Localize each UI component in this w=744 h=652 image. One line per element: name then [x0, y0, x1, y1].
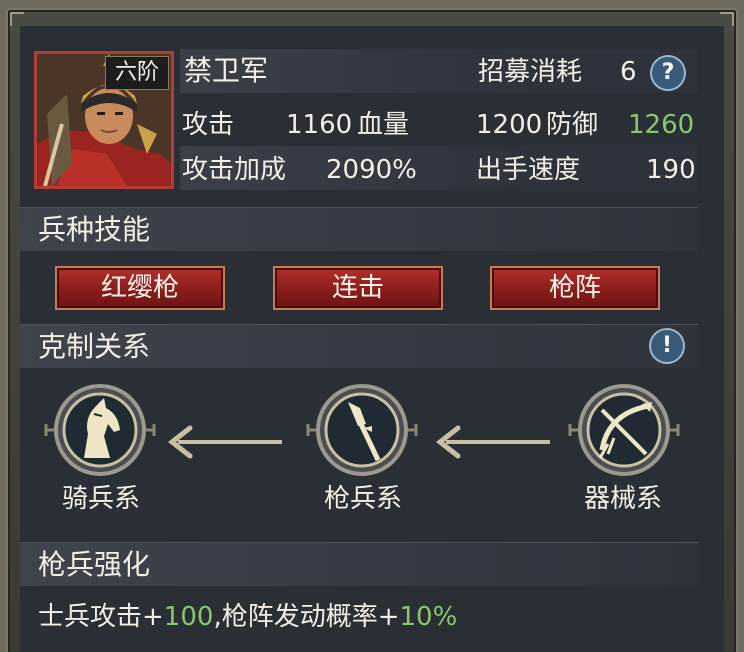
- counter-section-header: 克制关系: [20, 324, 698, 368]
- attack-value: 1160: [286, 110, 353, 140]
- rank-badge: 六阶: [105, 56, 169, 90]
- recruit-cost-value: 6: [620, 57, 637, 87]
- speed-value: 190: [646, 155, 696, 185]
- spear-icon[interactable]: [306, 374, 418, 486]
- enhance-section-header: 枪兵强化: [20, 542, 698, 586]
- skill-button-1[interactable]: 红缨枪: [55, 266, 225, 310]
- enhance-title: 枪兵强化: [38, 548, 151, 581]
- hp-label: 血量: [357, 110, 410, 140]
- speed-label: 出手速度: [476, 155, 581, 185]
- left-arrow-icon: [167, 425, 282, 459]
- enhance-chance-value: 10%: [399, 602, 458, 632]
- left-arrow-icon: [435, 425, 550, 459]
- skill-button-3[interactable]: 枪阵: [490, 266, 660, 310]
- unit-name: 禁卫军: [184, 54, 269, 87]
- crossbow-icon[interactable]: [568, 374, 680, 486]
- frame-corner-ornament: [720, 12, 734, 26]
- skills-section-header: 兵种技能: [20, 207, 698, 251]
- skill-button-2[interactable]: 连击: [273, 266, 443, 310]
- unit-label-siege: 器械系: [583, 484, 662, 514]
- counter-title: 克制关系: [38, 330, 151, 363]
- help-icon[interactable]: ?: [650, 55, 686, 91]
- attack-bonus-value: 2090%: [326, 155, 417, 185]
- unit-label-cavalry: 骑兵系: [61, 484, 140, 514]
- hp-value: 1200: [476, 110, 543, 140]
- attack-bonus-label: 攻击加成: [182, 155, 287, 185]
- unit-label-spearman: 枪兵系: [323, 484, 402, 514]
- horse-head-icon[interactable]: [44, 374, 156, 486]
- enhance-attack-value: 100: [163, 602, 214, 632]
- info-icon[interactable]: !: [649, 328, 685, 364]
- attack-label: 攻击: [182, 110, 235, 140]
- enhance-description: 士兵攻击+100,枪阵发动概率+10%: [38, 602, 457, 632]
- enhance-prefix: 士兵攻击+: [38, 602, 164, 632]
- enhance-middle: ,枪阵发动概率+: [213, 602, 400, 632]
- unit-portrait[interactable]: 六阶: [34, 51, 174, 189]
- recruit-cost-label: 招募消耗: [478, 57, 583, 87]
- defense-value: 1260: [628, 110, 695, 140]
- skills-title: 兵种技能: [38, 213, 151, 246]
- frame-corner-ornament: [10, 12, 24, 26]
- defense-label: 防御: [546, 110, 599, 140]
